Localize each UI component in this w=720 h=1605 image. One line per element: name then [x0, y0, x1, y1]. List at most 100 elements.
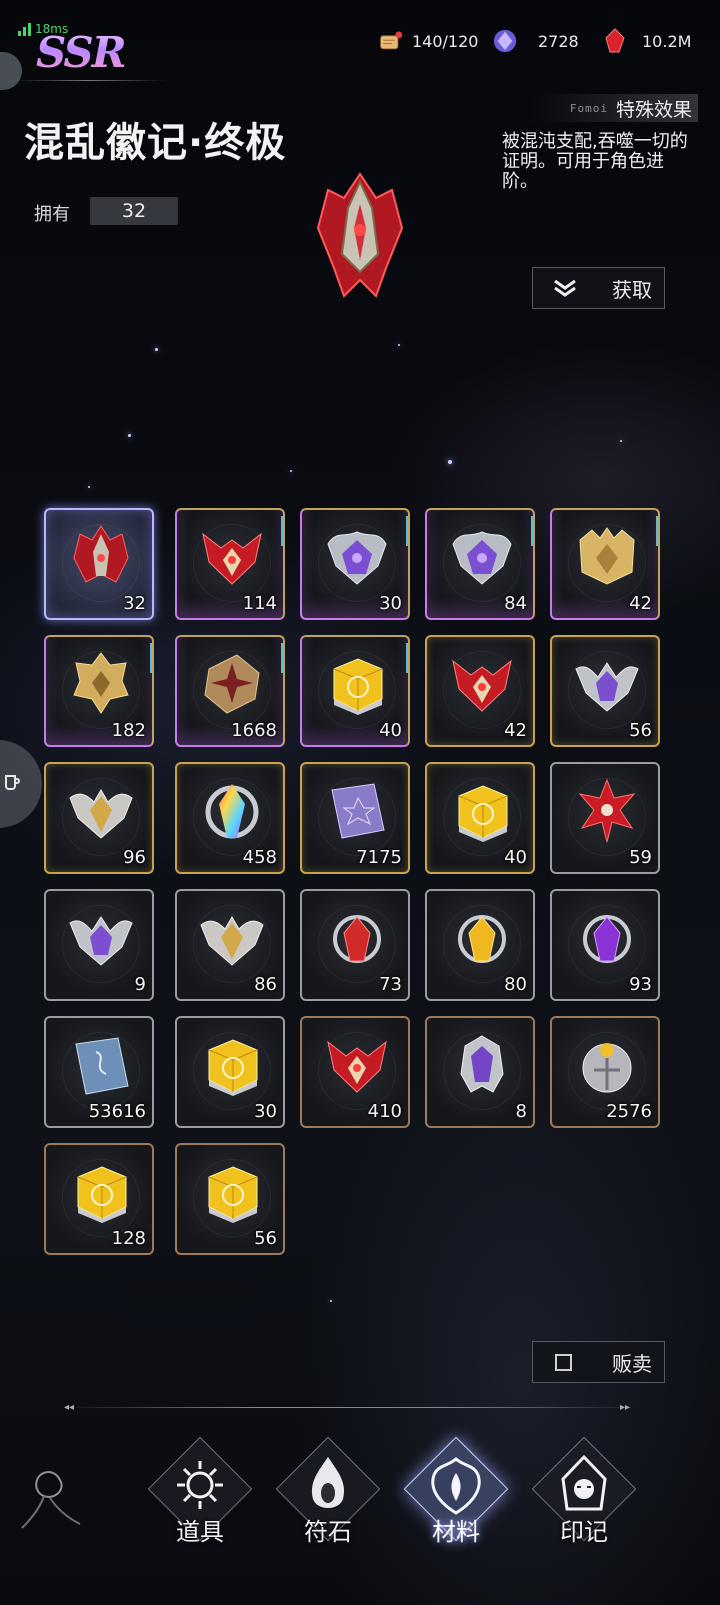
slot-count: 96 [123, 847, 146, 868]
slot-count: 59 [629, 847, 652, 868]
inventory-slot[interactable]: 86 [175, 889, 285, 1001]
sell-checkbox[interactable] [555, 1353, 572, 1371]
tab-label: 道具 [176, 1518, 224, 1546]
ornate-crest-icon [431, 1456, 481, 1515]
crystal-value: 2728 [538, 31, 579, 51]
resource-stamina[interactable]: 140/120 [378, 28, 478, 54]
rarity-badge: SSR [36, 28, 127, 77]
resource-crystal[interactable]: 2728 [492, 28, 579, 54]
effect-description: 被混沌支配,吞噬一切的证明。可用于角色进阶。 [502, 131, 688, 192]
sell-label: 贩卖 [612, 1351, 652, 1376]
inventory-slot[interactable]: 182 [44, 635, 154, 747]
tab-ornate-crest[interactable]: 材料 [401, 1432, 511, 1582]
gold-winged-emblem-icon [69, 789, 133, 839]
star [620, 440, 622, 442]
owned-count: 32 [90, 197, 178, 225]
get-source-button[interactable]: 获取 [532, 267, 665, 309]
inventory-slot[interactable]: 114 [175, 508, 285, 620]
red-horned-crest-icon [202, 532, 262, 585]
slot-count: 93 [629, 974, 652, 995]
item-preview-icon [316, 172, 404, 298]
rose-decoration-icon [21, 1470, 81, 1529]
inventory-slot[interactable]: 96 [44, 762, 154, 874]
inventory-slot[interactable]: 73 [300, 889, 410, 1001]
inventory-slot[interactable]: 56 [550, 635, 660, 747]
inventory-slot[interactable]: 9 [44, 889, 154, 1001]
inventory-slot[interactable]: 59 [550, 762, 660, 874]
nav-divider [60, 1407, 640, 1408]
purple-helm-icon [460, 1035, 504, 1093]
slot-count: 9 [134, 974, 146, 995]
red-crystal-icon [333, 915, 381, 963]
inventory-slot[interactable]: 53616 [44, 1016, 154, 1128]
inventory-slot[interactable]: 458 [175, 762, 285, 874]
inventory-slot[interactable]: 128 [44, 1143, 154, 1255]
red-gem-icon [602, 28, 628, 54]
inventory-slot[interactable]: 40 [425, 762, 535, 874]
inventory-slot[interactable]: 42 [425, 635, 535, 747]
gold-cube-icon [333, 658, 383, 715]
slot-count: 56 [254, 1228, 277, 1249]
side-menu-toggle[interactable] [0, 52, 22, 90]
inventory-slot[interactable]: 1668 [175, 635, 285, 747]
star [398, 344, 400, 346]
inventory-slot[interactable]: 2576 [550, 1016, 660, 1128]
star [128, 434, 131, 437]
slot-count: 32 [123, 593, 146, 614]
resource-ruby[interactable]: 10.2M [602, 28, 691, 54]
slot-count: 73 [379, 974, 402, 995]
owned-label: 拥有 [34, 204, 70, 225]
tab-label: 符石 [304, 1518, 352, 1546]
star [290, 470, 292, 472]
inventory-slot[interactable]: 80 [425, 889, 535, 1001]
rarity-underline [14, 80, 166, 81]
inventory-slot[interactable]: 56 [175, 1143, 285, 1255]
gold-cube-icon [77, 1166, 127, 1223]
slot-count: 114 [242, 593, 277, 614]
rainbow-crystal-icon [205, 784, 259, 839]
inventory-slot[interactable]: 40 [300, 635, 410, 747]
special-effect-header: Fomoi 特殊效果 [528, 94, 698, 122]
divider-ornament-right: ▸▸ [620, 1402, 631, 1413]
sell-toggle-button[interactable]: 贩卖 [532, 1341, 665, 1383]
inventory-slot[interactable]: 42 [550, 508, 660, 620]
slot-count: 56 [629, 720, 652, 741]
slot-count: 1668 [231, 720, 277, 741]
inventory-slot[interactable]: 93 [550, 889, 660, 1001]
gold-cube-icon [458, 785, 508, 842]
effect-title: 特殊效果 [615, 98, 692, 121]
cup-icon [5, 775, 20, 790]
tab-hooded-girl[interactable]: 印记 [529, 1432, 639, 1582]
red-horned-crest-icon [452, 659, 512, 712]
effect-tag: Fomoi [569, 101, 608, 115]
inventory-slot[interactable]: 8 [425, 1016, 535, 1128]
inventory-slot[interactable]: 410 [300, 1016, 410, 1128]
slot-count: 458 [242, 847, 277, 868]
red-chaos-emblem-icon [73, 525, 129, 583]
signal-bars-icon [18, 23, 31, 36]
slot-count: 84 [504, 593, 527, 614]
inventory-slot[interactable]: 7175 [300, 762, 410, 874]
purple-winged-emblem-icon [575, 662, 639, 712]
ruby-value: 10.2M [642, 31, 692, 51]
slot-count: 42 [629, 593, 652, 614]
inventory-slot[interactable]: 30 [175, 1016, 285, 1128]
purple-crystal-icon [492, 28, 518, 54]
slot-count: 86 [254, 974, 277, 995]
slot-count: 182 [111, 720, 146, 741]
inventory-slot[interactable]: 30 [300, 508, 410, 620]
red-horned-crest-icon [327, 1040, 387, 1093]
get-source-label: 获取 [612, 277, 652, 302]
slot-count: 410 [367, 1101, 402, 1122]
slot-count: 40 [504, 847, 527, 868]
gold-cube-icon [208, 1039, 258, 1096]
silver-orb-shield-icon [582, 1043, 632, 1093]
inventory-slot[interactable]: 32 [44, 508, 154, 620]
star [88, 486, 90, 488]
stamina-value: 140/120 [412, 31, 479, 51]
tab-sun-sigil[interactable]: 道具 [145, 1432, 255, 1582]
gold-winged-emblem-icon [200, 916, 264, 966]
tab-flame-eye[interactable]: 符石 [273, 1432, 383, 1582]
inventory-slot[interactable]: 84 [425, 508, 535, 620]
gold-cube-icon [208, 1166, 258, 1223]
